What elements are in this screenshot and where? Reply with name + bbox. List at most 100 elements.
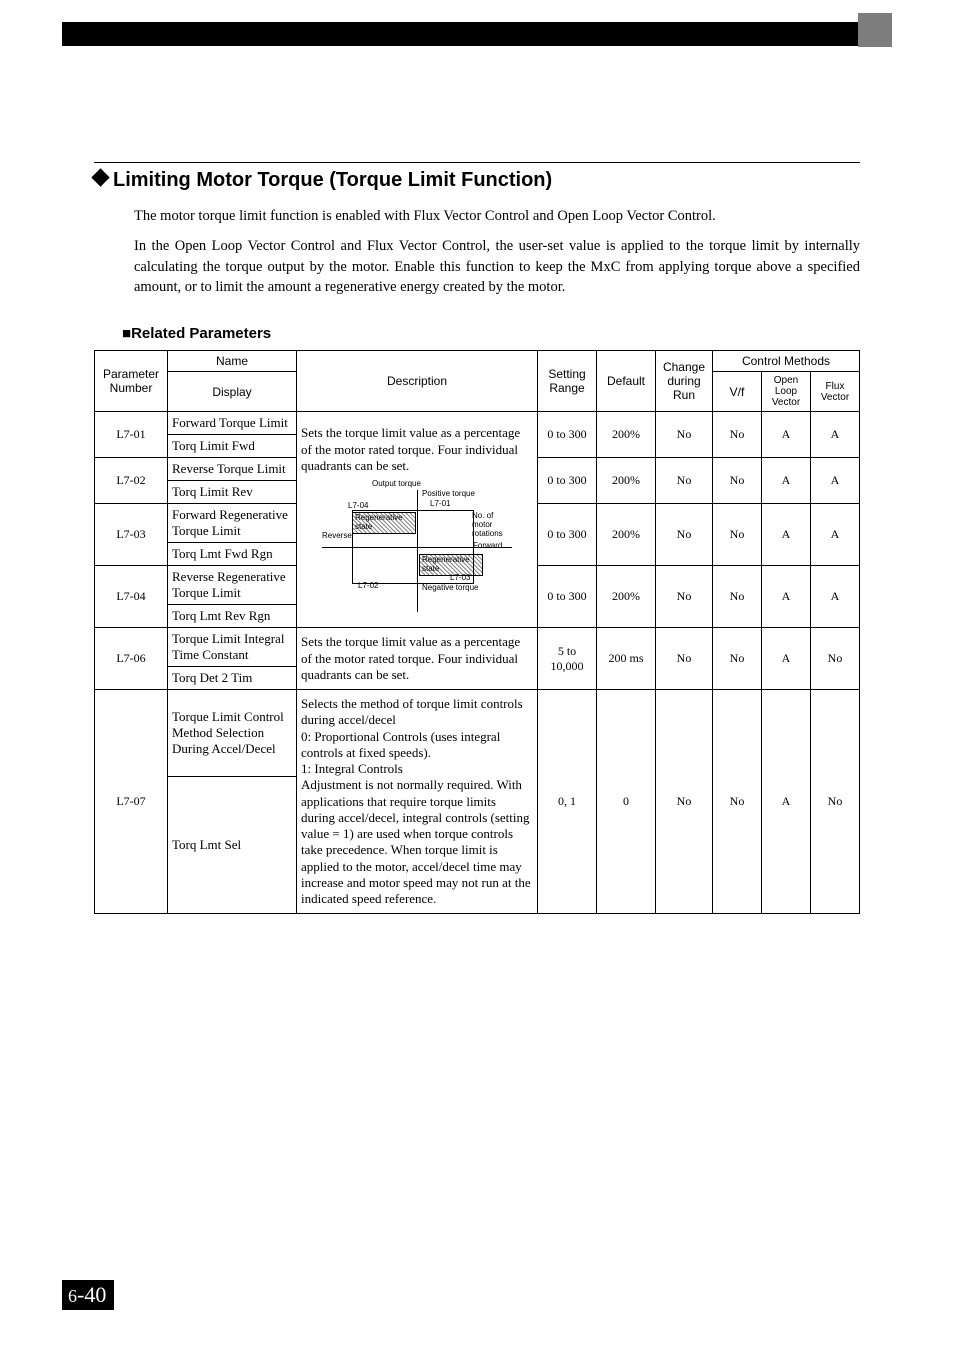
cell-name: Forward Regenerative Torque Limit bbox=[168, 504, 297, 543]
cell-change: No bbox=[656, 690, 713, 914]
cell-vf: No bbox=[713, 628, 762, 690]
section-title: Limiting Motor Torque (Torque Limit Func… bbox=[94, 169, 860, 192]
cell-param-num: L7-04 bbox=[95, 566, 168, 628]
th-open-loop: Open Loop Vector bbox=[762, 372, 811, 412]
table-head: Parameter Number Name Description Settin… bbox=[95, 351, 860, 412]
page: Limiting Motor Torque (Torque Limit Func… bbox=[0, 0, 954, 1350]
cell-vf: No bbox=[713, 690, 762, 914]
cell-description: Sets the torque limit value as a percent… bbox=[297, 628, 538, 690]
cell-default: 200 ms bbox=[597, 628, 656, 690]
cell-range: 0 to 300 bbox=[538, 504, 597, 566]
diagram-label: Output torque bbox=[372, 480, 421, 489]
diagram-label: L7-04 bbox=[348, 502, 368, 511]
cell-change: No bbox=[656, 628, 713, 690]
cell-param-num: L7-07 bbox=[95, 690, 168, 914]
cell-name: Torque Limit Control Method Selection Du… bbox=[168, 690, 297, 777]
diamond-bullet-icon bbox=[91, 168, 109, 186]
page-number: 6-40 bbox=[62, 1280, 114, 1310]
cell-olv: A bbox=[762, 504, 811, 566]
subheading-related: ■Related Parameters bbox=[122, 325, 860, 342]
th-flux: Flux Vector bbox=[811, 372, 860, 412]
cell-vf: No bbox=[713, 412, 762, 458]
table-row: L7-06 Torque Limit Integral Time Constan… bbox=[95, 628, 860, 667]
cell-name: Torque Limit Integral Time Constant bbox=[168, 628, 297, 667]
diagram-label: Forward bbox=[473, 542, 502, 551]
th-vf: V/f bbox=[713, 372, 762, 412]
cell-param-num: L7-03 bbox=[95, 504, 168, 566]
th-description: Description bbox=[297, 351, 538, 412]
cell-default: 200% bbox=[597, 504, 656, 566]
filled-square-icon: ■ bbox=[122, 325, 131, 342]
th-control-methods: Control Methods bbox=[713, 351, 860, 372]
cell-param-num: L7-01 bbox=[95, 412, 168, 458]
cell-olv: A bbox=[762, 690, 811, 914]
diagram-label: No. of motor rotations bbox=[472, 512, 506, 538]
cell-olv: A bbox=[762, 628, 811, 690]
cell-default: 200% bbox=[597, 566, 656, 628]
cell-flux: A bbox=[811, 458, 860, 504]
cell-display: Torq Lmt Sel bbox=[168, 777, 297, 914]
cell-display: Torq Limit Rev bbox=[168, 481, 297, 504]
cell-flux: No bbox=[811, 690, 860, 914]
page-chapter: 6 bbox=[68, 1286, 77, 1306]
desc-line: Selects the method of torque limit contr… bbox=[301, 696, 533, 729]
section-rule bbox=[94, 162, 860, 163]
content-area: Limiting Motor Torque (Torque Limit Func… bbox=[94, 162, 860, 914]
desc-line: 0: Proportional Controls (uses integral … bbox=[301, 729, 533, 762]
table-row: L7-01 Forward Torque Limit Sets the torq… bbox=[95, 412, 860, 435]
th-param-number: Parameter Number bbox=[95, 351, 168, 412]
header-band bbox=[62, 22, 892, 46]
diagram-box-regen: Regenerative state bbox=[352, 512, 416, 534]
diagram-label: Reverse bbox=[322, 532, 352, 541]
cell-description: Selects the method of torque limit contr… bbox=[297, 690, 538, 914]
cell-name: Reverse Regenerative Torque Limit bbox=[168, 566, 297, 605]
section-title-text: Limiting Motor Torque (Torque Limit Func… bbox=[113, 169, 552, 191]
cell-default: 200% bbox=[597, 412, 656, 458]
cell-range: 0 to 300 bbox=[538, 412, 597, 458]
cell-default: 200% bbox=[597, 458, 656, 504]
desc-shared-text: Sets the torque limit value as a percent… bbox=[301, 425, 533, 474]
cell-display: Torq Det 2 Tim bbox=[168, 667, 297, 690]
cell-flux: A bbox=[811, 504, 860, 566]
th-range: Setting Range bbox=[538, 351, 597, 412]
cell-display: Torq Lmt Rev Rgn bbox=[168, 605, 297, 628]
cell-display: Torq Limit Fwd bbox=[168, 435, 297, 458]
cell-flux: No bbox=[811, 628, 860, 690]
cell-range: 0 to 300 bbox=[538, 566, 597, 628]
cell-flux: A bbox=[811, 412, 860, 458]
cell-vf: No bbox=[713, 566, 762, 628]
cell-change: No bbox=[656, 504, 713, 566]
desc-line: Adjustment is not normally required. Wit… bbox=[301, 777, 533, 907]
cell-vf: No bbox=[713, 504, 762, 566]
cell-vf: No bbox=[713, 458, 762, 504]
cell-olv: A bbox=[762, 566, 811, 628]
th-default: Default bbox=[597, 351, 656, 412]
th-display: Display bbox=[168, 372, 297, 412]
cell-param-num: L7-02 bbox=[95, 458, 168, 504]
cell-range: 0 to 300 bbox=[538, 458, 597, 504]
cell-name: Reverse Torque Limit bbox=[168, 458, 297, 481]
diagram-label: L7-02 bbox=[358, 582, 378, 591]
cell-default: 0 bbox=[597, 690, 656, 914]
table-body: L7-01 Forward Torque Limit Sets the torq… bbox=[95, 412, 860, 914]
diagram-label: L7-01 bbox=[430, 500, 450, 509]
cell-change: No bbox=[656, 458, 713, 504]
header-tab bbox=[858, 13, 892, 47]
intro-paragraph-1: The motor torque limit function is enabl… bbox=[134, 206, 860, 226]
cell-olv: A bbox=[762, 458, 811, 504]
diagram-label: Positive torque bbox=[422, 490, 475, 499]
diagram-label: Negative torque bbox=[422, 584, 478, 593]
cell-range: 5 to 10,000 bbox=[538, 628, 597, 690]
cell-display: Torq Lmt Fwd Rgn bbox=[168, 543, 297, 566]
diagram-label: L7-03 bbox=[450, 574, 470, 583]
desc-line: 1: Integral Controls bbox=[301, 761, 533, 777]
cell-change: No bbox=[656, 412, 713, 458]
table-row: L7-07 Torque Limit Control Method Select… bbox=[95, 690, 860, 777]
parameter-table: Parameter Number Name Description Settin… bbox=[94, 350, 860, 914]
page-number-value: 40 bbox=[84, 1282, 106, 1307]
intro-paragraph-2: In the Open Loop Vector Control and Flux… bbox=[134, 236, 860, 297]
th-change: Change during Run bbox=[656, 351, 713, 412]
cell-change: No bbox=[656, 566, 713, 628]
quadrant-diagram: Output torque Positive torque L7-01 Rege… bbox=[322, 482, 512, 612]
cell-description-shared: Sets the torque limit value as a percent… bbox=[297, 412, 538, 628]
